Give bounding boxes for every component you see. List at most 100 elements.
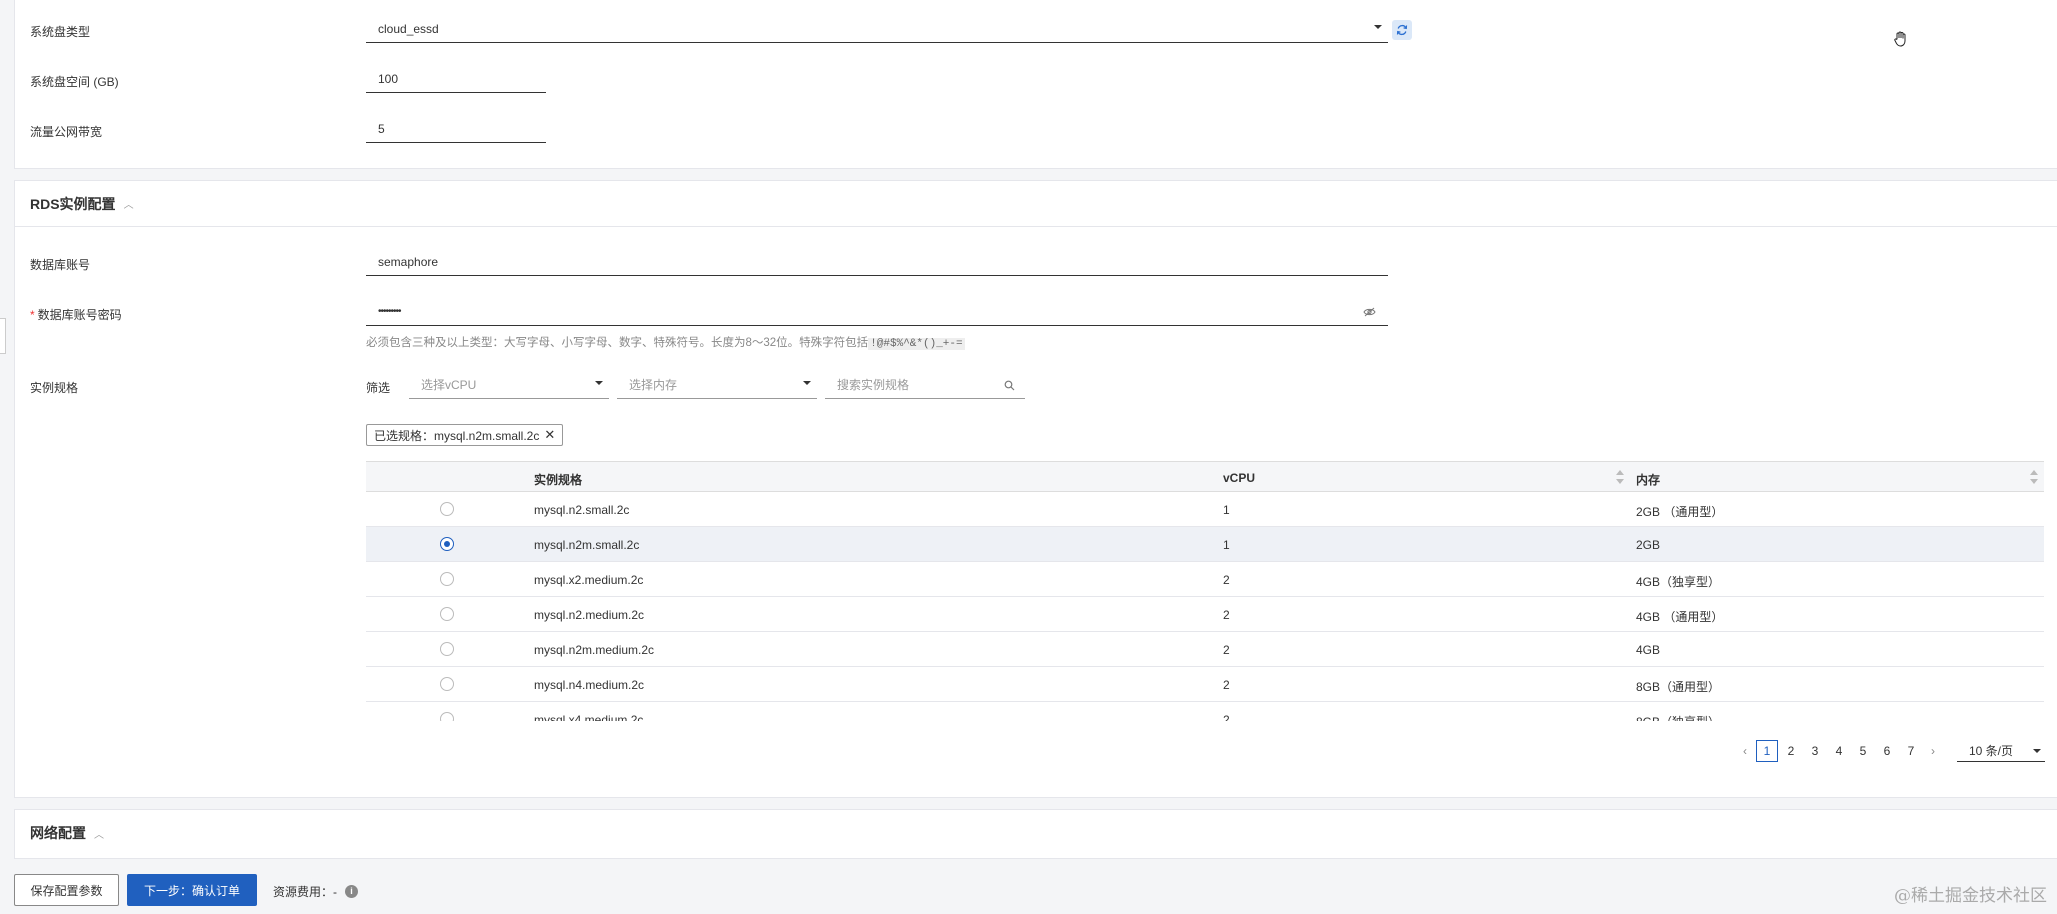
table-row-selected[interactable]: mysql.n2m.small.2c 1 2GB (366, 527, 2044, 562)
chevron-down-icon (595, 381, 603, 385)
hand-cursor-icon (1894, 31, 1906, 47)
page-size-select[interactable]: 10 条/页 (1957, 740, 2045, 762)
cell-spec: mysql.n2m.small.2c (534, 538, 640, 552)
bandwidth-input[interactable]: 5 (366, 115, 546, 143)
chevron-down-icon (803, 381, 811, 385)
chevron-down-icon (2033, 749, 2041, 753)
cell-vcpu: 2 (1223, 713, 1230, 721)
search-placeholder: 搜索实例规格 (837, 378, 910, 392)
spec-search-input[interactable]: 搜索实例规格 (825, 371, 1025, 399)
page-button[interactable]: 3 (1803, 744, 1827, 758)
cell-memory: 8GB（独享型） (1636, 713, 1720, 721)
network-section-header[interactable]: 网络配置 ︿ (15, 810, 2057, 856)
network-config-card: 网络配置 ︿ (14, 809, 2057, 859)
cell-vcpu: 2 (1223, 678, 1230, 692)
row-radio-checked[interactable] (440, 537, 454, 551)
save-config-button[interactable]: 保存配置参数 (14, 874, 119, 906)
chevron-up-icon[interactable]: ︿ (94, 826, 104, 841)
network-section-title: 网络配置 (30, 825, 86, 841)
page-button[interactable]: 2 (1779, 744, 1803, 758)
table-row[interactable]: mysql.n2m.medium.2c 2 4GB (366, 632, 2044, 667)
system-disk-type-select[interactable]: cloud_essd (366, 15, 1388, 43)
cell-vcpu: 2 (1223, 573, 1230, 587)
cell-vcpu: 2 (1223, 643, 1230, 657)
cell-vcpu: 1 (1223, 538, 1230, 552)
row-radio[interactable] (440, 502, 454, 516)
system-disk-type-label: 系统盘类型 (30, 25, 91, 39)
db-password-value: ••••••••• (378, 306, 401, 317)
cell-vcpu: 2 (1223, 608, 1230, 622)
cell-spec: mysql.n2.small.2c (534, 503, 630, 517)
eye-off-icon[interactable] (1363, 307, 1376, 317)
next-confirm-order-button[interactable]: 下一步：确认订单 (127, 874, 257, 906)
page-button[interactable]: 6 (1875, 744, 1899, 758)
system-disk-size-input[interactable]: 100 (366, 65, 546, 93)
row-radio[interactable] (440, 572, 454, 586)
refresh-icon[interactable] (1392, 20, 1412, 40)
cell-memory: 4GB（独享型） (1636, 575, 1721, 589)
db-password-label: * 数据库账号密码 (30, 308, 122, 322)
memory-placeholder: 选择内存 (629, 378, 678, 392)
cell-spec: mysql.n2m.medium.2c (534, 643, 655, 657)
table-row[interactable]: mysql.x4.medium.2c 2 8GB（独享型） (366, 702, 2044, 721)
cell-vcpu: 1 (1223, 503, 1230, 517)
vcpu-placeholder: 选择vCPU (421, 378, 477, 392)
cell-spec: mysql.n2.medium.2c (534, 608, 645, 622)
cell-memory: 4GB (1636, 643, 1661, 657)
resource-cost-text: 资源费用：- (273, 885, 337, 899)
chevron-down-icon (1374, 25, 1382, 29)
page-button-current[interactable]: 1 (1756, 740, 1778, 762)
chevron-up-icon[interactable]: ︿ (124, 196, 134, 211)
sort-icon[interactable] (1616, 470, 1624, 484)
bandwidth-value: 5 (378, 121, 385, 136)
db-account-input[interactable]: semaphore (366, 248, 1388, 276)
chevron-left-icon[interactable]: ‹ (1735, 744, 1755, 758)
cell-memory: 8GB（通用型） (1636, 680, 1721, 694)
info-icon[interactable]: i (345, 885, 358, 898)
footer-bar: 保存配置参数 下一步：确认订单 资源费用：- i @稀土掘金技术社区 (0, 866, 2057, 914)
page-size-value: 10 条/页 (1969, 744, 2014, 758)
rds-section-title: RDS实例配置 (30, 195, 116, 212)
row-radio[interactable] (440, 642, 454, 656)
table-row[interactable]: mysql.n2.small.2c 1 2GB （通用型） (366, 492, 2044, 527)
system-disk-type-value: cloud_essd (378, 21, 439, 36)
page-button[interactable]: 5 (1851, 744, 1875, 758)
table-row[interactable]: mysql.n4.medium.2c 2 8GB（通用型） (366, 667, 2044, 702)
cell-spec: mysql.x2.medium.2c (534, 573, 644, 587)
column-header-spec: 实例规格 (534, 473, 583, 487)
rds-section-header[interactable]: RDS实例配置 ︿ (15, 181, 2057, 227)
db-password-input[interactable]: ••••••••• (366, 298, 1388, 326)
resource-cost: 资源费用：- i (273, 883, 358, 900)
row-radio[interactable] (440, 712, 454, 721)
chevron-right-icon[interactable]: › (1923, 744, 1943, 758)
row-radio[interactable] (440, 677, 454, 691)
search-icon[interactable] (1004, 380, 1015, 391)
system-disk-size-value: 100 (378, 71, 399, 86)
table-row[interactable]: mysql.x2.medium.2c 2 4GB（独享型） (366, 562, 2044, 597)
pagination: ‹ 1 2 3 4 5 6 7 › 10 条/页 (1735, 739, 2045, 763)
bandwidth-label: 流量公网带宽 (30, 125, 103, 139)
watermark: @稀土掘金技术社区 (1894, 886, 2047, 906)
row-radio[interactable] (440, 607, 454, 621)
table-row[interactable]: mysql.n2.medium.2c 2 4GB （通用型） (366, 597, 2044, 632)
password-special-chars: !@#$%^&*()_+-= (868, 338, 965, 350)
close-icon[interactable]: ✕ (544, 427, 555, 443)
db-password-label-text: 数据库账号密码 (37, 308, 122, 322)
page-button[interactable]: 4 (1827, 744, 1851, 758)
rds-config-card: RDS实例配置 ︿ 数据库账号 semaphore * 数据库账号密码 •••••… (14, 180, 2057, 798)
memory-select[interactable]: 选择内存 (617, 371, 817, 399)
password-hint-text: 必须包含三种及以上类型：大写字母、小写字母、数字、特殊符号。长度为8～32位。特… (366, 337, 869, 349)
page-button[interactable]: 7 (1899, 744, 1923, 758)
side-handle[interactable] (0, 318, 6, 354)
system-disk-size-label: 系统盘空间 (GB) (30, 75, 119, 89)
instance-spec-label: 实例规格 (30, 381, 79, 395)
spec-table: 实例规格 vCPU 内存 mysql.n2.small.2c 1 2GB （通用… (366, 461, 2044, 721)
sort-icon[interactable] (2030, 470, 2038, 484)
filter-label: 筛选 (366, 381, 391, 395)
column-header-memory: 内存 (1636, 473, 1661, 487)
vcpu-select[interactable]: 选择vCPU (409, 371, 609, 399)
cell-memory: 4GB （通用型） (1636, 610, 1724, 624)
cell-spec: mysql.n4.medium.2c (534, 678, 645, 692)
cell-memory: 2GB （通用型） (1636, 505, 1724, 519)
selected-spec-text: 已选规格：mysql.n2m.small.2c (374, 428, 540, 443)
